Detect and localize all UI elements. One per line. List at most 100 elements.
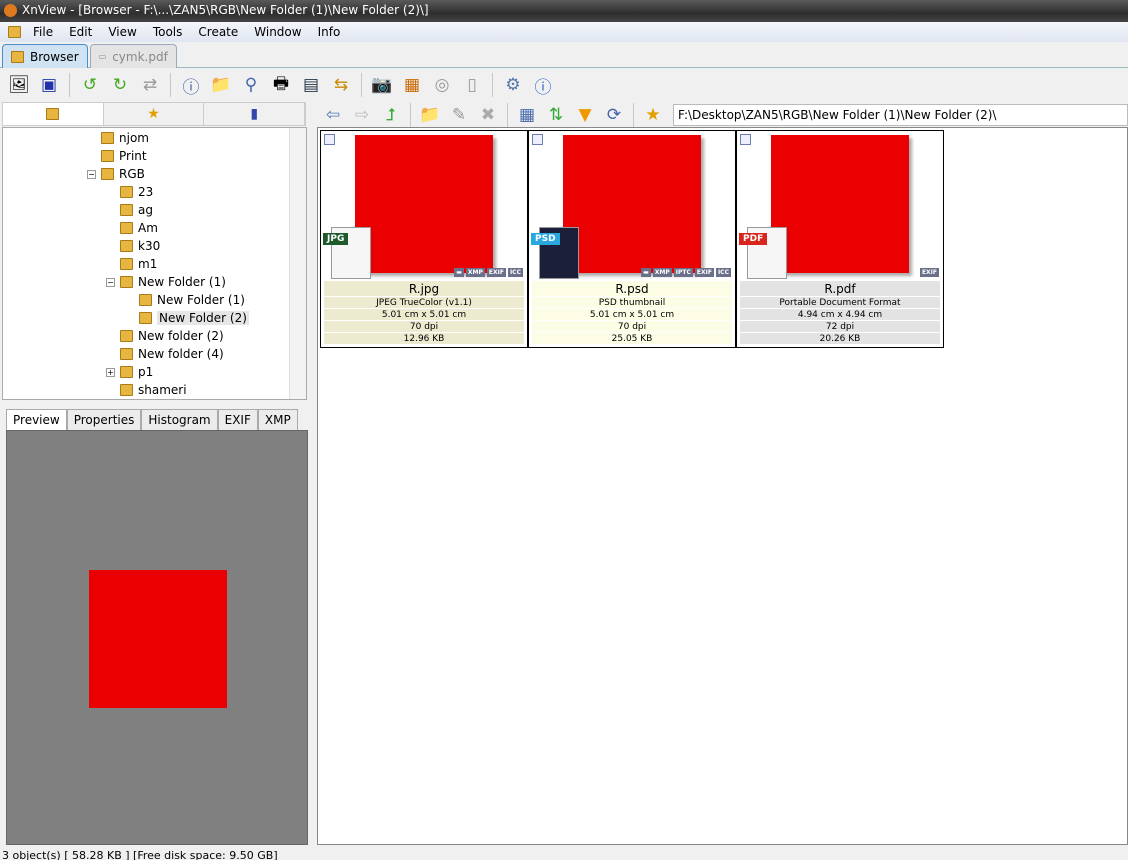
- menu-tools[interactable]: Tools: [145, 25, 191, 39]
- menu-view[interactable]: View: [100, 25, 144, 39]
- tab-histogram[interactable]: Histogram: [141, 409, 218, 430]
- capture-icon[interactable]: 📷: [369, 72, 395, 98]
- folder-icon: [120, 276, 133, 288]
- filter-icon[interactable]: ▼: [572, 102, 598, 128]
- star-icon: ★: [147, 106, 160, 122]
- expand-toggle[interactable]: −: [106, 278, 115, 287]
- folder-icon: [120, 366, 133, 378]
- file-info-icon[interactable]: ⓘ: [178, 72, 204, 98]
- thumbnail-image: [355, 135, 493, 273]
- tree-item[interactable]: New Folder (1): [139, 291, 245, 309]
- tab-folders[interactable]: [3, 103, 104, 125]
- binoculars-icon[interactable]: ⚲: [238, 72, 264, 98]
- select-checkbox[interactable]: [740, 134, 751, 145]
- rotate-right-icon[interactable]: ↻: [107, 72, 133, 98]
- folders-icon: [46, 108, 60, 120]
- up-folder-icon[interactable]: ⮥: [378, 102, 404, 128]
- tree-item[interactable]: RGB: [101, 165, 145, 183]
- menu-edit[interactable]: Edit: [61, 25, 100, 39]
- folder-icon: [101, 150, 114, 162]
- batch-convert-icon[interactable]: ⇆: [328, 72, 354, 98]
- menu-create[interactable]: Create: [190, 25, 246, 39]
- file-type-label: JPG: [323, 233, 349, 245]
- view-mode-icon[interactable]: ▦: [514, 102, 540, 128]
- file-info-line: 72 dpi: [740, 321, 940, 333]
- rename-icon[interactable]: ✎: [446, 102, 472, 128]
- tree-item-label: New Folder (1): [157, 293, 245, 307]
- metadata-badge: XMP: [652, 268, 672, 277]
- scanner-icon[interactable]: ▤: [298, 72, 324, 98]
- forward-arrow-icon[interactable]: ⇨: [349, 102, 375, 128]
- folder-icon: [101, 132, 114, 144]
- tree-item[interactable]: njom: [101, 129, 149, 147]
- delete-icon[interactable]: ✖: [475, 102, 501, 128]
- tree-item[interactable]: New Folder (1): [120, 273, 226, 291]
- thumbnail-item[interactable]: JPG ▬ XMP EXIF ICC R.jpg JPEG TrueColor (v1.1)…: [320, 130, 528, 348]
- metadata-badge: ICC: [715, 268, 731, 277]
- rotate-left-icon[interactable]: ↺: [77, 72, 103, 98]
- thumbnail-item[interactable]: PDF EXIF R.pdf Portable Document Format 4.94…: [736, 130, 944, 348]
- tab-browser[interactable]: Browser: [2, 44, 88, 68]
- tree-item[interactable]: Print: [101, 147, 147, 165]
- expand-toggle[interactable]: −: [87, 170, 96, 179]
- tree-item-label: k30: [138, 239, 161, 253]
- tab-xmp[interactable]: XMP: [257, 409, 298, 430]
- tab-categories[interactable]: ▮: [204, 103, 306, 125]
- select-checkbox[interactable]: [324, 134, 335, 145]
- metadata-badge: EXIF: [486, 268, 506, 277]
- refresh-icon[interactable]: ⟳: [601, 102, 627, 128]
- fullscreen-icon[interactable]: ▣: [36, 72, 62, 98]
- menu-file[interactable]: File: [25, 25, 61, 39]
- tab-exif[interactable]: EXIF: [217, 409, 258, 430]
- slideshow-icon[interactable]: ▦: [399, 72, 425, 98]
- tree-item[interactable]: Am: [120, 219, 158, 237]
- print-icon[interactable]: 🖶: [268, 72, 294, 98]
- menu-info[interactable]: Info: [310, 25, 349, 39]
- tree-item-label: shameri: [138, 383, 187, 397]
- favorites-star-icon[interactable]: ★: [640, 102, 666, 128]
- web-page-icon[interactable]: ◎: [429, 72, 455, 98]
- tree-item[interactable]: New Folder (2): [139, 309, 249, 327]
- new-folder-icon[interactable]: 📁: [417, 102, 443, 128]
- tree-scrollbar[interactable]: [289, 128, 306, 399]
- file-info-line: 25.05 KB: [532, 333, 732, 345]
- select-checkbox[interactable]: [532, 134, 543, 145]
- tab-cymk-pdf[interactable]: ▭ cymk.pdf: [89, 44, 177, 68]
- tree-item[interactable]: m1: [120, 255, 157, 273]
- tab-properties[interactable]: Properties: [66, 409, 142, 430]
- tab-label: Browser: [30, 49, 79, 64]
- folder-icon: [120, 240, 133, 252]
- convert-icon[interactable]: ⇄: [137, 72, 163, 98]
- thumbnail-item[interactable]: PSD ▬ XMP IPTC EXIF ICC R.psd PSD thumbnail 5.01…: [528, 130, 736, 348]
- back-arrow-icon[interactable]: ⇦: [320, 102, 346, 128]
- file-type-icon: PSD: [531, 227, 579, 279]
- file-info-line: JPEG TrueColor (v1.1): [324, 297, 524, 309]
- tree-item[interactable]: p1: [120, 363, 153, 381]
- settings-gear-icon[interactable]: ⚙: [500, 72, 526, 98]
- thumbnail-image: [563, 135, 701, 273]
- path-input[interactable]: F:\Desktop\ZAN5\RGB\New Folder (1)\New F…: [673, 103, 1128, 126]
- menu-window[interactable]: Window: [246, 25, 309, 39]
- tree-item-label: 23: [138, 185, 154, 199]
- file-info-line: 5.01 cm x 5.01 cm: [324, 309, 524, 321]
- preview-panel: [6, 430, 308, 845]
- expand-toggle[interactable]: +: [106, 368, 115, 377]
- contact-sheet-icon[interactable]: ▯: [459, 72, 485, 98]
- tree-item[interactable]: k30: [120, 237, 160, 255]
- tree-item[interactable]: shameri: [120, 381, 187, 399]
- tree-item[interactable]: New folder (2): [120, 327, 224, 345]
- about-info-icon[interactable]: ⓘ: [530, 72, 556, 98]
- tree-item[interactable]: ag: [120, 201, 153, 219]
- sort-icon[interactable]: ⇅: [543, 102, 569, 128]
- file-info-line: 70 dpi: [324, 321, 524, 333]
- acquire-icon[interactable]: 🖼: [6, 72, 32, 98]
- tab-favorites[interactable]: ★: [104, 103, 205, 125]
- metadata-badge: ICC: [507, 268, 523, 277]
- move-copy-icon[interactable]: 📁: [208, 72, 234, 98]
- metadata-badge: IPTC: [673, 268, 693, 277]
- tree-item[interactable]: New folder (4): [120, 345, 224, 363]
- file-info-line: 20.26 KB: [740, 333, 940, 345]
- tree-item[interactable]: 23: [120, 183, 153, 201]
- tab-preview[interactable]: Preview: [6, 409, 67, 430]
- file-info-line: 70 dpi: [532, 321, 732, 333]
